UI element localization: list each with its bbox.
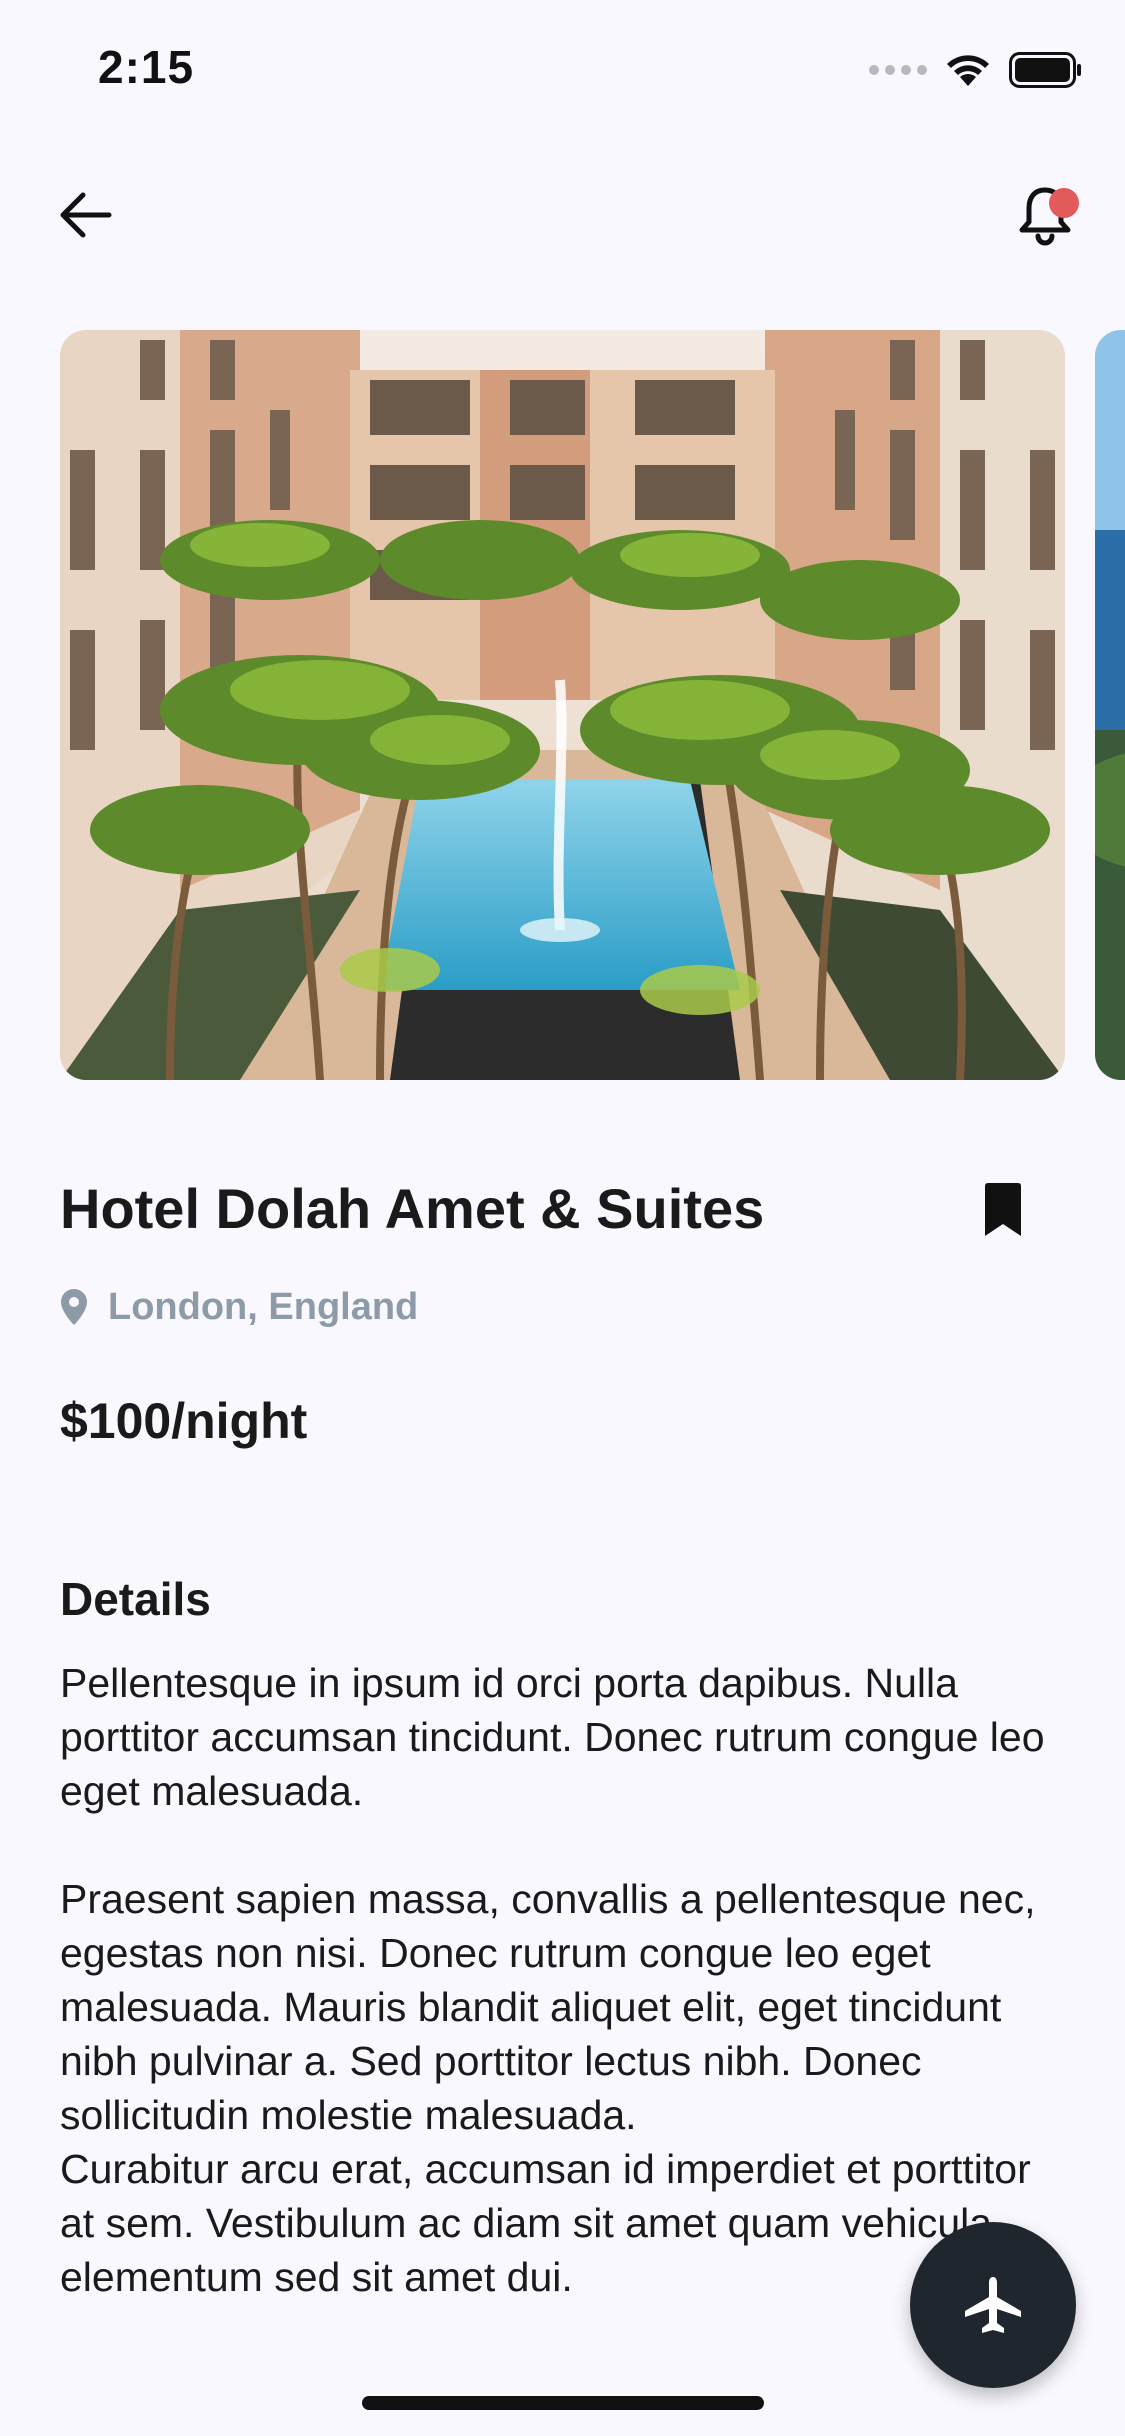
wifi-icon (947, 55, 989, 86)
details-heading: Details (60, 1573, 211, 1625)
bookmark-icon (985, 1183, 1021, 1236)
home-indicator (362, 2396, 764, 2410)
notifications-button[interactable] (1005, 172, 1085, 258)
details-paragraph: Pellentesque in ipsum id orci porta dapi… (60, 1660, 1045, 1814)
hotel-title: Hotel Dolah Amet & Suites (60, 1177, 765, 1240)
back-button[interactable] (50, 180, 120, 250)
book-flight-fab[interactable] (910, 2222, 1076, 2388)
location-row: London, England (60, 1282, 418, 1332)
bookmark-button[interactable] (968, 1182, 1038, 1252)
signal-icon (869, 65, 927, 75)
notification-badge (1049, 188, 1079, 218)
title-row: Hotel Dolah Amet & Suites (60, 1170, 1065, 1250)
top-nav (0, 160, 1125, 270)
hotel-photo[interactable] (60, 330, 1065, 1080)
hotel-courtyard-image (60, 330, 1065, 1080)
location-text: London, England (108, 1285, 419, 1328)
status-indicators (869, 50, 1083, 90)
details-paragraph: Praesent sapien massa, convallis a pelle… (60, 1876, 1036, 2138)
hotel-photo-next[interactable] (1095, 330, 1125, 1080)
price-per-night: $100/night (60, 1393, 308, 1449)
arrow-left-icon (60, 192, 112, 238)
status-time: 2:15 (98, 41, 195, 93)
battery-icon (1009, 52, 1081, 88)
airplane-icon (965, 2277, 1021, 2333)
photo-gallery[interactable] (0, 330, 1125, 1080)
status-bar: 2:15 (0, 0, 1125, 140)
map-pin-icon (61, 1289, 87, 1325)
details-body: Pellentesque in ipsum id orci porta dapi… (60, 1656, 1070, 2304)
hotel-coast-image (1095, 330, 1125, 1080)
